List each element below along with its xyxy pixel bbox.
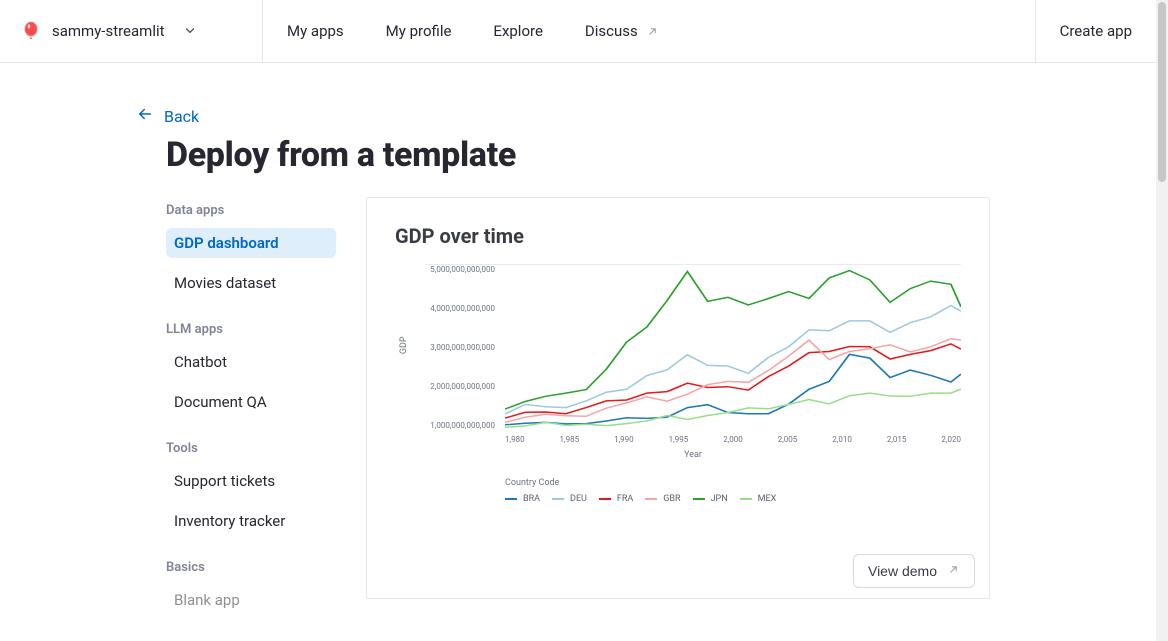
top-header: sammy-streamlit My apps My profile Explo… bbox=[0, 0, 1156, 63]
create-app-wrap: Create app bbox=[1035, 0, 1156, 62]
arrow-left-icon bbox=[136, 105, 154, 127]
series-DEU bbox=[505, 306, 961, 415]
legend-swatch bbox=[693, 498, 705, 500]
x-tick: 2,015 bbox=[887, 435, 907, 444]
x-tick: 2,000 bbox=[723, 435, 743, 444]
nav-my-profile[interactable]: My profile bbox=[386, 22, 452, 40]
primary-nav: My apps My profile Explore Discuss bbox=[263, 0, 683, 62]
series-MEX bbox=[505, 389, 961, 427]
group-basics: Basics bbox=[166, 560, 336, 575]
legend-item: JPN bbox=[693, 494, 728, 504]
legend-swatch bbox=[599, 498, 611, 500]
x-tick: 1,980 bbox=[505, 435, 525, 444]
x-tick: 2,005 bbox=[778, 435, 798, 444]
sidebar-item-inventory-tracker[interactable]: Inventory tracker bbox=[166, 506, 336, 536]
sidebar-item-gdp-dashboard[interactable]: GDP dashboard bbox=[166, 228, 336, 258]
sidebar-item-support-tickets[interactable]: Support tickets bbox=[166, 466, 336, 496]
view-demo-label: View demo bbox=[868, 563, 937, 579]
x-tick: 1,995 bbox=[669, 435, 689, 444]
nav-explore[interactable]: Explore bbox=[493, 22, 543, 40]
back-text: Back bbox=[164, 107, 199, 126]
preview-title: GDP over time bbox=[395, 224, 961, 248]
legend-item: BRA bbox=[505, 494, 540, 504]
nav-my-apps[interactable]: My apps bbox=[287, 22, 344, 40]
legend-label: BRA bbox=[523, 494, 540, 504]
chart-legend: Country Code BRA DEU FRA GBR JPN MEX bbox=[505, 478, 961, 504]
legend-title: Country Code bbox=[505, 478, 961, 488]
legend-swatch bbox=[740, 498, 752, 500]
nav-discuss-label: Discuss bbox=[585, 22, 638, 40]
template-preview: GDP over time GDP 5,000,000,000,000 4,000… bbox=[366, 197, 990, 599]
legend-label: FRA bbox=[617, 494, 633, 504]
view-demo-button[interactable]: View demo bbox=[853, 554, 975, 588]
external-link-icon bbox=[947, 563, 960, 579]
template-sidebar: Data apps GDP dashboard Movies dataset L… bbox=[166, 197, 336, 615]
legend-swatch bbox=[645, 498, 657, 500]
x-tick: 2,020 bbox=[941, 435, 961, 444]
legend-item: MEX bbox=[740, 494, 777, 504]
legend-label: DEU bbox=[570, 494, 587, 504]
sidebar-item-movies-dataset[interactable]: Movies dataset bbox=[166, 268, 336, 298]
x-tick: 2,010 bbox=[832, 435, 852, 444]
legend-label: JPN bbox=[711, 494, 728, 504]
legend-item: GBR bbox=[645, 494, 680, 504]
legend-label: GBR bbox=[663, 494, 680, 504]
y-tick: 3,000,000,000,000 bbox=[425, 343, 499, 352]
group-llm-apps: LLM apps bbox=[166, 322, 336, 337]
workspace-switcher[interactable]: sammy-streamlit bbox=[0, 0, 263, 62]
nav-discuss[interactable]: Discuss bbox=[585, 22, 659, 40]
sidebar-item-document-qa[interactable]: Document QA bbox=[166, 387, 336, 417]
legend-item: DEU bbox=[552, 494, 587, 504]
group-tools: Tools bbox=[166, 441, 336, 456]
chart-ylabel: GDP bbox=[399, 336, 409, 354]
chart-xlabel: Year bbox=[425, 450, 961, 460]
balloon-icon bbox=[22, 20, 40, 42]
chevron-down-icon bbox=[183, 24, 197, 38]
legend-swatch bbox=[505, 498, 517, 500]
create-app-link[interactable]: Create app bbox=[1060, 22, 1132, 40]
y-tick: 1,000,000,000,000 bbox=[425, 421, 499, 430]
series-GBR bbox=[505, 339, 961, 423]
y-tick: 5,000,000,000,000 bbox=[425, 265, 499, 274]
x-tick: 1,990 bbox=[614, 435, 634, 444]
sidebar-item-blank-app[interactable]: Blank app bbox=[166, 585, 336, 615]
y-tick: 4,000,000,000,000 bbox=[425, 304, 499, 313]
series-JPN bbox=[505, 271, 961, 410]
x-tick: 1,985 bbox=[560, 435, 580, 444]
series-BRA bbox=[505, 354, 961, 424]
legend-label: MEX bbox=[758, 494, 777, 504]
scrollbar-thumb[interactable] bbox=[1158, 2, 1166, 182]
page-title: Deploy from a template bbox=[166, 135, 990, 175]
external-link-icon bbox=[646, 25, 659, 38]
legend-swatch bbox=[552, 498, 564, 500]
scrollbar-track[interactable] bbox=[1156, 0, 1168, 641]
y-tick: 2,000,000,000,000 bbox=[425, 382, 499, 391]
legend-item: FRA bbox=[599, 494, 633, 504]
sidebar-item-chatbot[interactable]: Chatbot bbox=[166, 347, 336, 377]
gdp-chart: GDP 5,000,000,000,0004,000,000,000,0003,… bbox=[425, 264, 961, 460]
back-link[interactable]: Back bbox=[136, 105, 990, 127]
group-data-apps: Data apps bbox=[166, 203, 336, 218]
workspace-name: sammy-streamlit bbox=[52, 22, 165, 40]
